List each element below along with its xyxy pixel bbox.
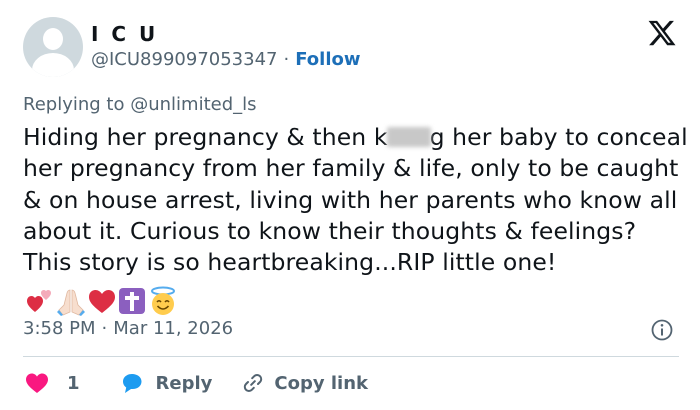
like-button[interactable]: 1 [25, 372, 80, 394]
follow-button[interactable]: Follow [295, 49, 360, 70]
copy-link-label: Copy link [274, 372, 368, 394]
redacted-word [386, 127, 431, 147]
handle-separator: · [283, 49, 290, 70]
replying-prefix: Replying to [23, 94, 125, 115]
author-handle[interactable]: @ICU899097053347 [91, 49, 277, 70]
timestamp-date: Mar 11, 2026 [113, 318, 234, 339]
replying-to: Replying to @unlimited_ls [23, 94, 257, 116]
info-icon[interactable] [651, 319, 673, 341]
divider [23, 356, 679, 357]
tweet-text-part-1: Hiding her pregnancy & then k [23, 123, 388, 151]
copy-link-button[interactable]: Copy link [242, 372, 368, 394]
reply-bubble-icon [122, 374, 142, 393]
reply-label: Reply [155, 372, 213, 394]
emoji-group [25, 284, 179, 316]
avatar-placeholder-head [43, 28, 63, 50]
link-icon [244, 374, 263, 392]
latin-cross-icon [119, 287, 145, 314]
tweet-text: Hiding her pregnancy & then kg her baby … [23, 122, 688, 316]
timestamp[interactable]: 3:58 PM · Mar 11, 2026 [23, 318, 233, 340]
timestamp-separator: · [101, 318, 108, 339]
avatar-placeholder-body [32, 53, 74, 77]
replying-mention-link[interactable]: @unlimited_ls [130, 94, 256, 115]
author-handle-row: @ICU899097053347 · Follow [91, 48, 361, 72]
reply-button[interactable]: Reply [120, 372, 213, 394]
timestamp-time: 3:58 PM [23, 318, 96, 339]
author-display-name[interactable]: I C U [91, 22, 158, 46]
red-heart-icon [89, 289, 115, 313]
like-count: 1 [67, 372, 80, 394]
two-hearts-icon [27, 289, 51, 312]
heart-icon [26, 373, 48, 393]
avatar[interactable] [23, 17, 83, 77]
tweet-card: I C U @ICU899097053347 · Follow Replying t… [0, 0, 700, 410]
x-logo-icon[interactable] [646, 18, 678, 48]
action-bar: 1 Reply Copy link [25, 370, 368, 396]
smiling-face-with-halo-icon [151, 286, 175, 315]
folded-hands-icon [57, 289, 85, 316]
